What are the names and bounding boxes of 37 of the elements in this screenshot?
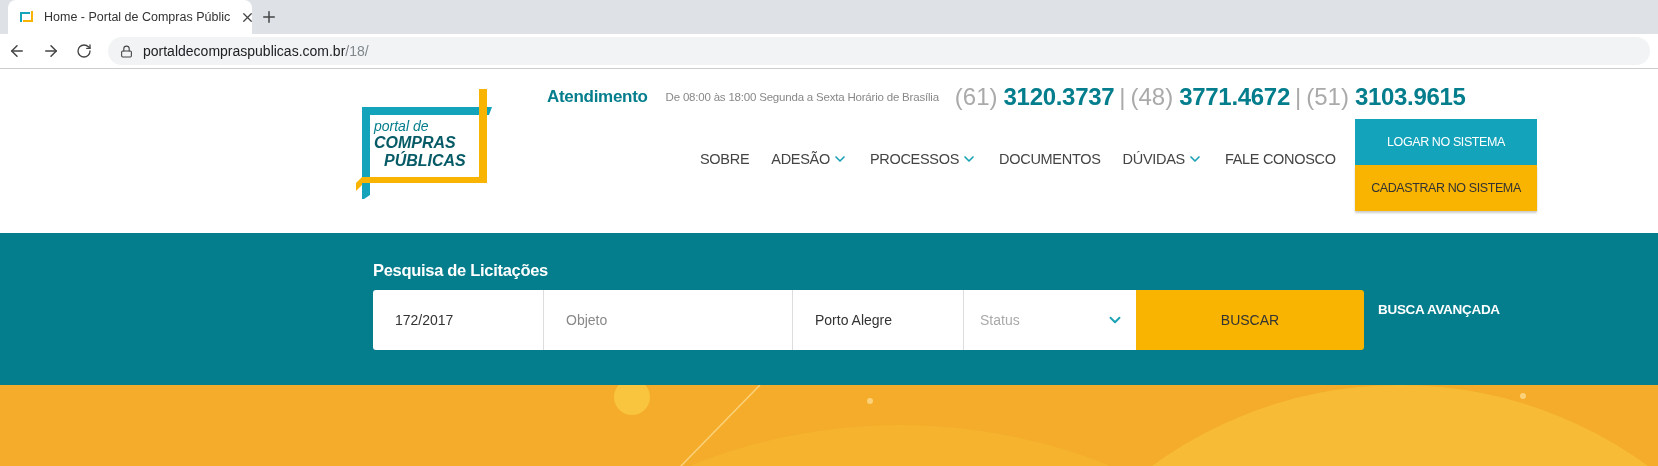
nav-link[interactable]: DOCUMENTOS <box>999 151 1101 167</box>
browser-tab[interactable]: Home - Portal de Compras Públic <box>8 0 252 34</box>
url-host: portaldecompraspublicas.com.br <box>143 43 346 59</box>
phone-separator: | <box>1119 83 1126 111</box>
logo-text: COMPRAS <box>374 134 457 151</box>
search-title: Pesquisa de Licitações <box>373 261 548 280</box>
nav-link[interactable]: DÚVIDAS <box>1122 151 1203 167</box>
advanced-search-link[interactable]: BUSCA AVANÇADA <box>1378 302 1500 317</box>
lock-icon <box>120 44 133 58</box>
contact-label: Atendimento <box>547 87 648 107</box>
phone-area-code: (51) <box>1306 83 1349 111</box>
phone-number: 3120.3737 <box>1003 83 1115 111</box>
search-button[interactable]: BUSCAR <box>1136 290 1364 350</box>
favicon-icon <box>18 9 34 25</box>
phone-number: 3771.4672 <box>1179 83 1290 111</box>
nav-link[interactable]: ADESÃO <box>771 151 848 167</box>
nav-link[interactable]: PROCESSOS <box>869 151 978 167</box>
nav-link[interactable]: FALE CONOSCO <box>1224 151 1336 167</box>
phone-number: 3103.9615 <box>1354 83 1466 111</box>
back-icon[interactable] <box>8 42 26 60</box>
logo-text: portal de <box>374 119 430 134</box>
phone-area-code: (48) <box>1130 83 1174 111</box>
new-tab-icon[interactable] <box>260 8 278 26</box>
url-path: /18/ <box>345 43 369 59</box>
opening-hours: De 08:00 às 18:00 Segunda a Sexta Horário de Brasília <box>665 91 939 103</box>
register-button[interactable]: CADASTRAR NO SISTEMA <box>1355 165 1537 211</box>
tab-title: Home - Portal de Compras Públic <box>44 10 231 24</box>
nav-link[interactable]: SOBRE <box>700 151 750 167</box>
phone-separator: | <box>1294 83 1302 111</box>
address-bar[interactable]: portaldecompraspublicas.com.br/18/ <box>108 37 1650 65</box>
reload-icon[interactable] <box>76 43 92 59</box>
search-field[interactable]: Porto Alegre <box>793 290 964 350</box>
forward-icon[interactable] <box>42 42 60 60</box>
search-field[interactable]: 172/2017 <box>373 290 544 350</box>
phone-area-code: (61) <box>954 83 998 111</box>
logo-text: PÚBLICAS <box>384 152 466 170</box>
search-field[interactable]: Objeto <box>544 290 793 350</box>
